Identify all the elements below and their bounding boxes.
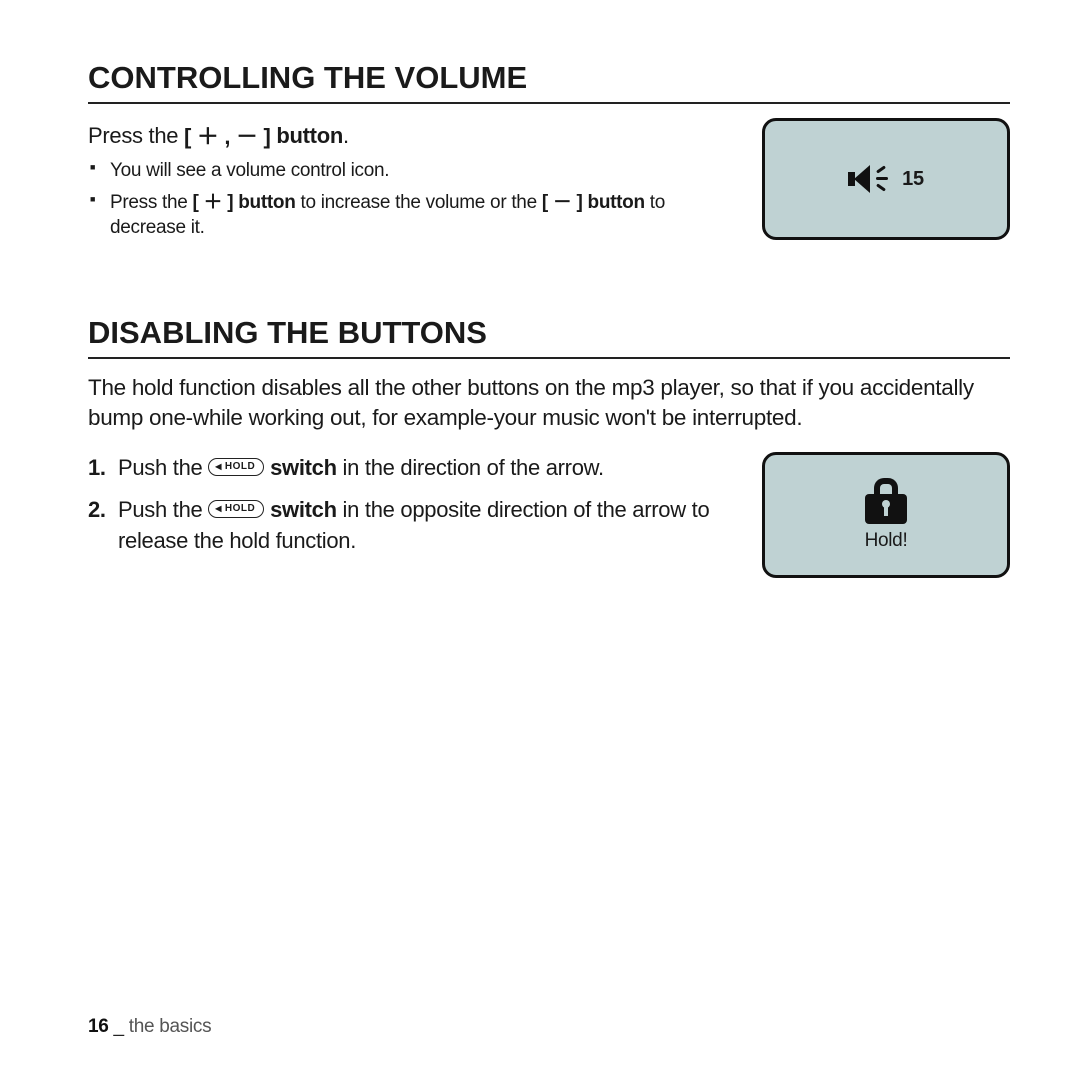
page-footer: 16 _ the basics — [88, 1016, 211, 1038]
section-disabling-buttons: DISABLING THE BUTTONS The hold function … — [88, 315, 1010, 578]
section-title: DISABLING THE BUTTONS — [88, 315, 1010, 359]
step-item: 1. Push the HOLD switch in the direction… — [88, 452, 734, 484]
hold-switch-icon: HOLD — [208, 458, 264, 476]
speaker-icon — [848, 162, 892, 196]
minus-button-label: [ － ] button — [542, 192, 645, 213]
section-title: CONTROLLING THE VOLUME — [88, 60, 1010, 104]
lock-icon — [865, 478, 907, 524]
volume-subhead: Press the [ ＋ , － ] button. — [88, 118, 734, 150]
hold-intro-text: The hold function disables all the other… — [88, 373, 1010, 434]
chapter-name: the basics — [129, 1016, 212, 1037]
page-number: 16 — [88, 1016, 109, 1037]
volume-screen-illustration: 15 — [762, 118, 1010, 240]
bullet-item: Press the [ ＋ ] button to increase the v… — [88, 190, 734, 241]
hold-steps-list: 1. Push the HOLD switch in the direction… — [88, 452, 734, 558]
plus-button-label: [ ＋ ] button — [193, 192, 296, 213]
volume-level-value: 15 — [902, 168, 924, 191]
section-controlling-volume: CONTROLLING THE VOLUME Press the [ ＋ , －… — [88, 60, 1010, 247]
volume-bullet-list: You will see a volume control icon. Pres… — [88, 158, 734, 241]
plus-minus-glyph: [ ＋ , － ] — [184, 124, 271, 149]
bullet-item: You will see a volume control icon. — [88, 158, 734, 184]
hold-screen-illustration: Hold! — [762, 452, 1010, 578]
hold-switch-icon: HOLD — [208, 500, 264, 518]
hold-caption: Hold! — [865, 530, 908, 552]
step-item: 2. Push the HOLD switch in the opposite … — [88, 494, 734, 558]
